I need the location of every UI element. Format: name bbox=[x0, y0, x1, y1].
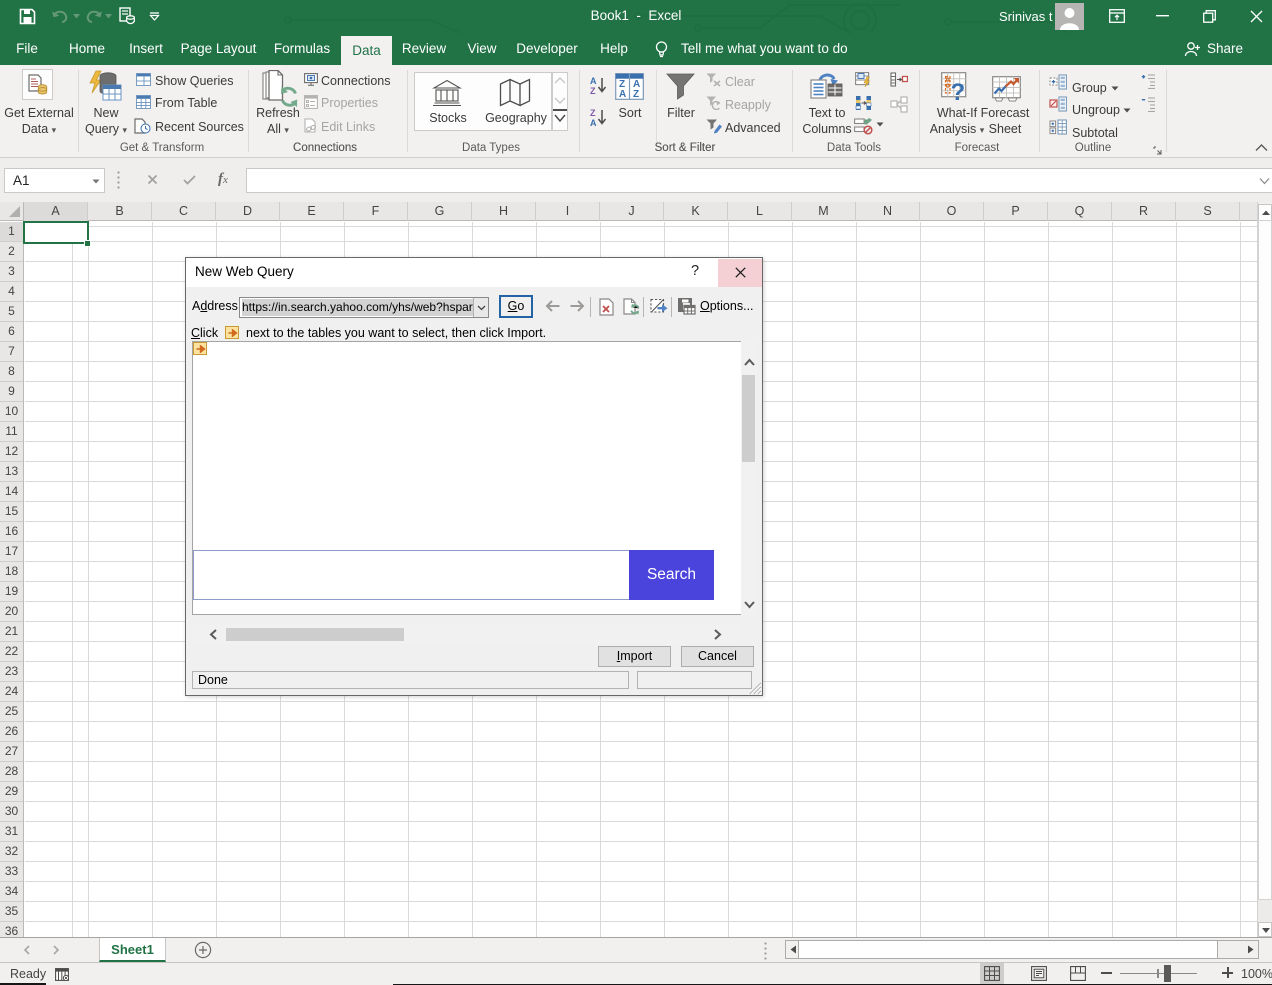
svg-text:Z: Z bbox=[590, 86, 596, 95]
svg-text:?: ? bbox=[951, 79, 966, 104]
svg-text:Z: Z bbox=[633, 89, 639, 100]
svg-text:A: A bbox=[619, 89, 626, 100]
svg-text:A: A bbox=[590, 76, 597, 86]
